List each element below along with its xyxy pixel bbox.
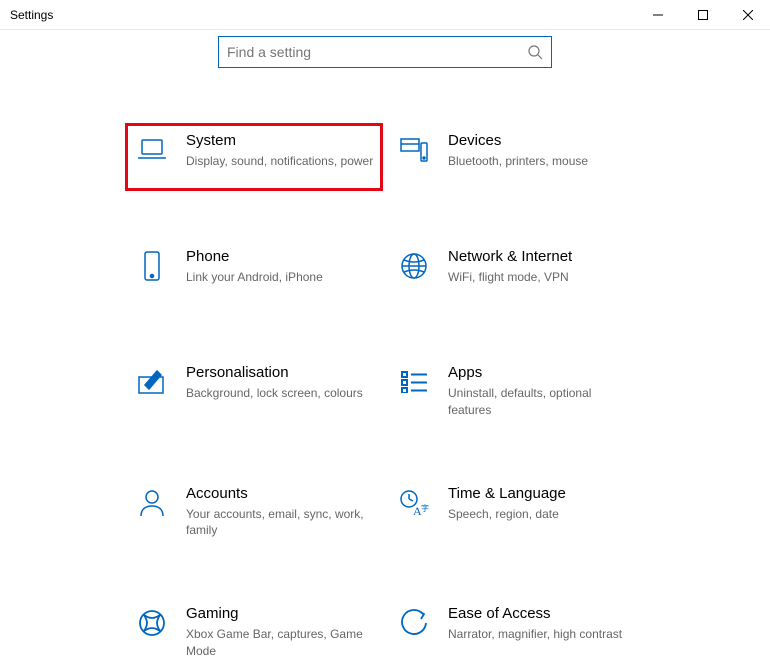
time-language-icon: A 字 bbox=[398, 487, 430, 519]
tile-desc: Uninstall, defaults, optional features bbox=[448, 385, 634, 419]
close-button[interactable] bbox=[725, 0, 770, 30]
window-title: Settings bbox=[10, 8, 53, 22]
window-controls bbox=[635, 0, 770, 29]
tile-desc: Background, lock screen, colours bbox=[186, 385, 372, 402]
close-icon bbox=[743, 10, 753, 20]
tile-gaming[interactable]: Gaming Xbox Game Bar, captures, Game Mod… bbox=[128, 599, 380, 666]
tile-personalisation[interactable]: Personalisation Background, lock screen,… bbox=[128, 358, 380, 425]
tile-accounts[interactable]: Accounts Your accounts, email, sync, wor… bbox=[128, 479, 380, 546]
phone-icon bbox=[136, 250, 168, 282]
globe-icon bbox=[398, 250, 430, 282]
tile-network[interactable]: Network & Internet WiFi, flight mode, VP… bbox=[390, 242, 642, 304]
search-icon bbox=[527, 44, 543, 60]
title-bar: Settings bbox=[0, 0, 770, 30]
tile-title: Apps bbox=[448, 364, 634, 381]
laptop-icon bbox=[136, 134, 168, 166]
minimize-button[interactable] bbox=[635, 0, 680, 30]
minimize-icon bbox=[653, 10, 663, 20]
tile-system[interactable]: System Display, sound, notifications, po… bbox=[128, 126, 380, 188]
tile-ease-of-access[interactable]: Ease of Access Narrator, magnifier, high… bbox=[390, 599, 642, 666]
search-wrapper bbox=[0, 36, 770, 68]
tile-title: Devices bbox=[448, 132, 634, 149]
tile-title: Personalisation bbox=[186, 364, 372, 381]
settings-grid: System Display, sound, notifications, po… bbox=[0, 126, 770, 666]
tile-apps[interactable]: Apps Uninstall, defaults, optional featu… bbox=[390, 358, 642, 425]
paintbrush-icon bbox=[136, 366, 168, 398]
tile-desc: Speech, region, date bbox=[448, 506, 634, 523]
search-box[interactable] bbox=[218, 36, 552, 68]
tile-title: System bbox=[186, 132, 374, 149]
tile-desc: WiFi, flight mode, VPN bbox=[448, 269, 634, 286]
tile-desc: Narrator, magnifier, high contrast bbox=[448, 626, 634, 643]
maximize-icon bbox=[698, 10, 708, 20]
tile-desc: Link your Android, iPhone bbox=[186, 269, 372, 286]
tile-time-language[interactable]: A 字 Time & Language Speech, region, date bbox=[390, 479, 642, 546]
tile-desc: Your accounts, email, sync, work, family bbox=[186, 506, 372, 540]
tile-title: Ease of Access bbox=[448, 605, 634, 622]
tile-title: Accounts bbox=[186, 485, 372, 502]
apps-list-icon bbox=[398, 366, 430, 398]
ease-of-access-icon bbox=[398, 607, 430, 639]
tile-desc: Xbox Game Bar, captures, Game Mode bbox=[186, 626, 372, 660]
tile-phone[interactable]: Phone Link your Android, iPhone bbox=[128, 242, 380, 304]
tile-title: Network & Internet bbox=[448, 248, 634, 265]
gaming-icon bbox=[136, 607, 168, 639]
devices-icon bbox=[398, 134, 430, 166]
tile-desc: Bluetooth, printers, mouse bbox=[448, 153, 634, 170]
search-input[interactable] bbox=[227, 44, 527, 60]
tile-title: Gaming bbox=[186, 605, 372, 622]
tile-devices[interactable]: Devices Bluetooth, printers, mouse bbox=[390, 126, 642, 188]
svg-text:字: 字 bbox=[421, 503, 429, 513]
person-icon bbox=[136, 487, 168, 519]
tile-title: Time & Language bbox=[448, 485, 634, 502]
maximize-button[interactable] bbox=[680, 0, 725, 30]
tile-title: Phone bbox=[186, 248, 372, 265]
tile-desc: Display, sound, notifications, power bbox=[186, 153, 374, 170]
